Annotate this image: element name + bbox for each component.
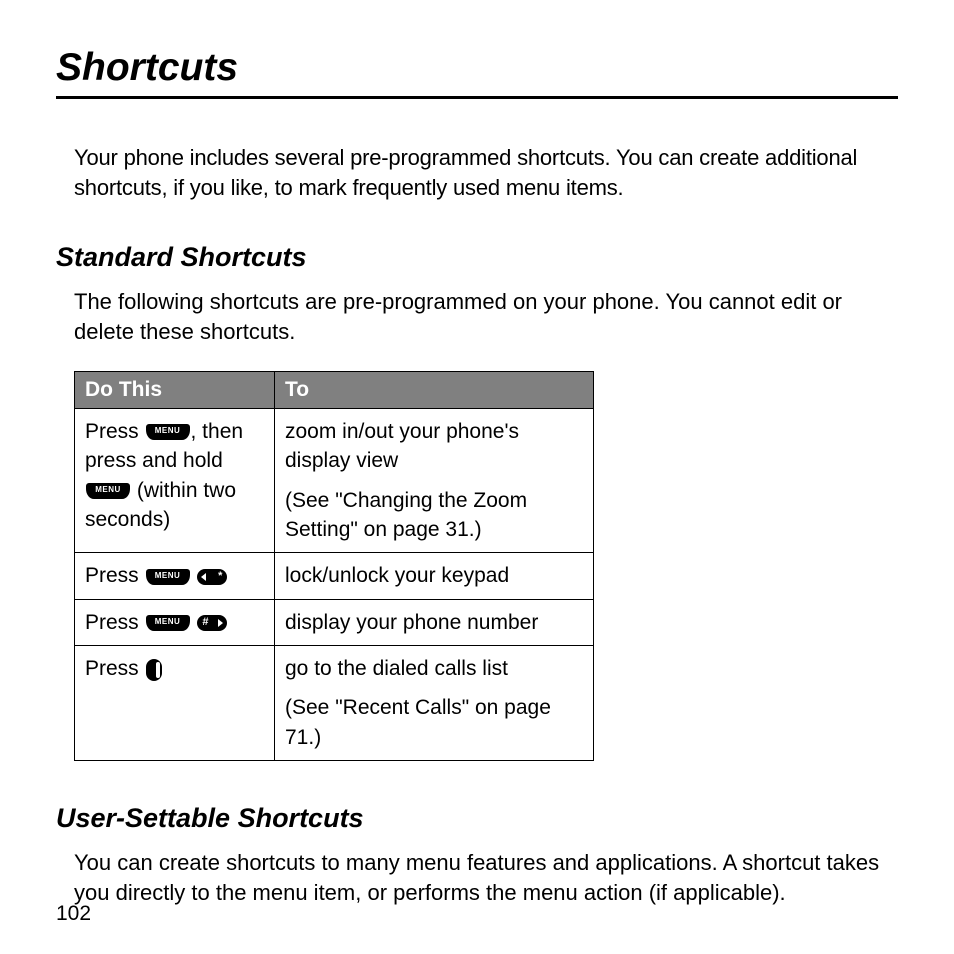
page-number: 102: [56, 902, 91, 926]
text: Press: [85, 611, 145, 634]
menu-key-icon: [86, 483, 130, 499]
table-row: Press go to the dialed calls list (See "…: [75, 646, 594, 761]
hash-key-icon: #: [197, 615, 227, 631]
text: Press: [85, 420, 145, 443]
section-heading-standard-shortcuts: Standard Shortcuts: [56, 242, 898, 273]
cell-do-this: Press: [75, 646, 275, 761]
text: go to the dialed calls list: [285, 654, 583, 683]
cell-to: lock/unlock your keypad: [275, 553, 594, 599]
menu-key-icon: [146, 569, 190, 585]
menu-key-icon: [146, 424, 190, 440]
cell-do-this: Press , then press and hold (within two …: [75, 408, 275, 553]
section-paragraph: The following shortcuts are pre-programm…: [74, 287, 886, 346]
text: zoom in/out your phone's display view: [285, 417, 583, 476]
section-heading-user-settable-shortcuts: User-Settable Shortcuts: [56, 803, 898, 834]
intro-paragraph: Your phone includes several pre-programm…: [74, 143, 886, 202]
text: (See "Recent Calls" on page 71.): [285, 693, 583, 752]
text: (See "Changing the Zoom Setting" on page…: [285, 486, 583, 545]
table-header-do-this: Do This: [75, 371, 275, 408]
cell-to: zoom in/out your phone's display view (S…: [275, 408, 594, 553]
cell-do-this: Press *: [75, 553, 275, 599]
table-header-to: To: [275, 371, 594, 408]
table-row: Press * lock/unlock your keypad: [75, 553, 594, 599]
table-row: Press # display your phone number: [75, 599, 594, 645]
send-key-icon: [146, 659, 162, 681]
text: Press: [85, 657, 145, 680]
section-paragraph: You can create shortcuts to many menu fe…: [74, 848, 886, 907]
table-row: Press , then press and hold (within two …: [75, 408, 594, 553]
shortcuts-table: Do This To Press , then press and hold (…: [74, 371, 594, 762]
text: Press: [85, 564, 145, 587]
cell-to: go to the dialed calls list (See "Recent…: [275, 646, 594, 761]
star-key-icon: *: [197, 569, 227, 585]
cell-do-this: Press #: [75, 599, 275, 645]
text: lock/unlock your keypad: [285, 561, 583, 590]
menu-key-icon: [146, 615, 190, 631]
text: display your phone number: [285, 608, 583, 637]
page-title: Shortcuts: [56, 46, 898, 99]
cell-to: display your phone number: [275, 599, 594, 645]
